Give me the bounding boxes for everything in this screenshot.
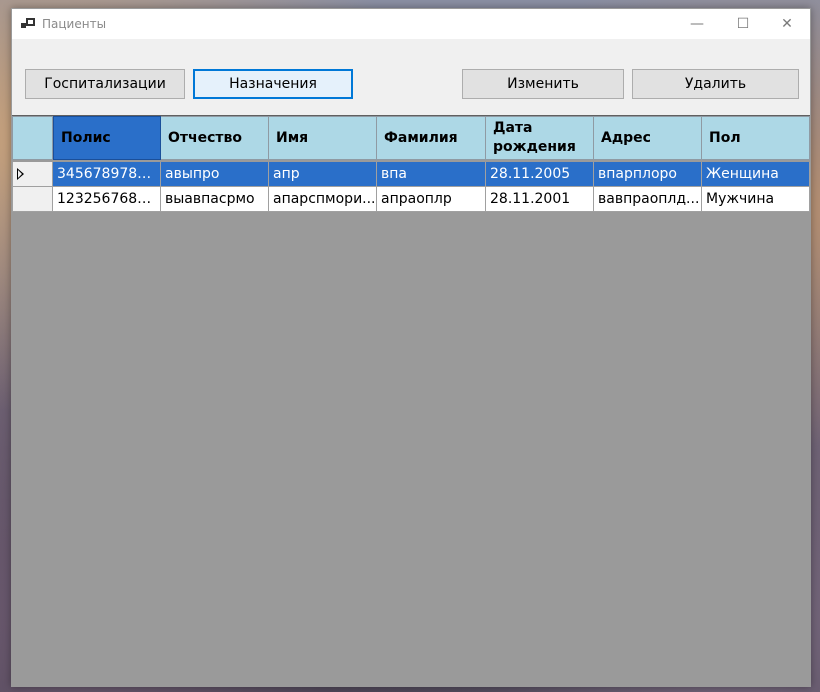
cell-address[interactable]: вавпраоплд... <box>594 187 702 212</box>
close-button[interactable]: ✕ <box>764 9 810 39</box>
window-title: Пациенты <box>42 17 107 31</box>
app-icon <box>21 18 35 28</box>
current-row-arrow-icon <box>17 168 24 180</box>
title-bar[interactable]: Пациенты — ☐ ✕ <box>12 9 810 39</box>
table-row[interactable]: 34567897876... авыпро апр впа 28.11.2005… <box>12 162 810 187</box>
cell-first-name[interactable]: апарспмори... <box>269 187 377 212</box>
delete-button[interactable]: Удалить <box>632 69 799 99</box>
close-icon: ✕ <box>781 16 793 32</box>
cell-policy[interactable]: 12325676876... <box>53 187 161 212</box>
cell-policy[interactable]: 34567897876... <box>53 162 161 187</box>
maximize-button[interactable]: ☐ <box>720 9 766 39</box>
cell-patronymic[interactable]: авыпро <box>161 162 269 187</box>
cell-birth-date[interactable]: 28.11.2005 <box>486 162 594 187</box>
cell-patronymic[interactable]: выавпасрмо <box>161 187 269 212</box>
column-header-last-name[interactable]: Фамилия <box>377 116 486 160</box>
cell-last-name[interactable]: апраоплр <box>377 187 486 212</box>
cell-last-name[interactable]: впа <box>377 162 486 187</box>
column-header-policy[interactable]: Полис <box>53 116 161 160</box>
maximize-icon: ☐ <box>736 16 750 32</box>
grid-header-row: Полис Отчество Имя Фамилия Дата рождения… <box>12 116 810 160</box>
hospitalizations-button[interactable]: Госпитализации <box>25 69 185 99</box>
column-header-birth-date[interactable]: Дата рождения <box>486 116 594 160</box>
edit-button[interactable]: Изменить <box>462 69 624 99</box>
cell-birth-date[interactable]: 28.11.2001 <box>486 187 594 212</box>
column-header-first-name[interactable]: Имя <box>269 116 377 160</box>
table-row[interactable]: 12325676876... выавпасрмо апарспмори... … <box>12 187 810 212</box>
column-header-patronymic[interactable]: Отчество <box>161 116 269 160</box>
cell-first-name[interactable]: апр <box>269 162 377 187</box>
cell-address[interactable]: впарплоро <box>594 162 702 187</box>
cell-gender[interactable]: Женщина <box>702 162 810 187</box>
column-header-address[interactable]: Адрес <box>594 116 702 160</box>
minimize-button[interactable]: — <box>674 9 720 39</box>
minimize-icon: — <box>690 16 704 32</box>
patients-window: Пациенты — ☐ ✕ Госпитализации Назначения… <box>11 8 811 687</box>
row-header[interactable] <box>12 162 53 187</box>
row-header[interactable] <box>12 187 53 212</box>
patients-grid[interactable]: Полис Отчество Имя Фамилия Дата рождения… <box>12 115 810 686</box>
grid-corner-header[interactable] <box>12 116 53 160</box>
client-area: Госпитализации Назначения Изменить Удали… <box>12 39 810 686</box>
column-header-gender[interactable]: Пол <box>702 116 810 160</box>
assignments-button[interactable]: Назначения <box>193 69 353 99</box>
cell-gender[interactable]: Мужчина <box>702 187 810 212</box>
